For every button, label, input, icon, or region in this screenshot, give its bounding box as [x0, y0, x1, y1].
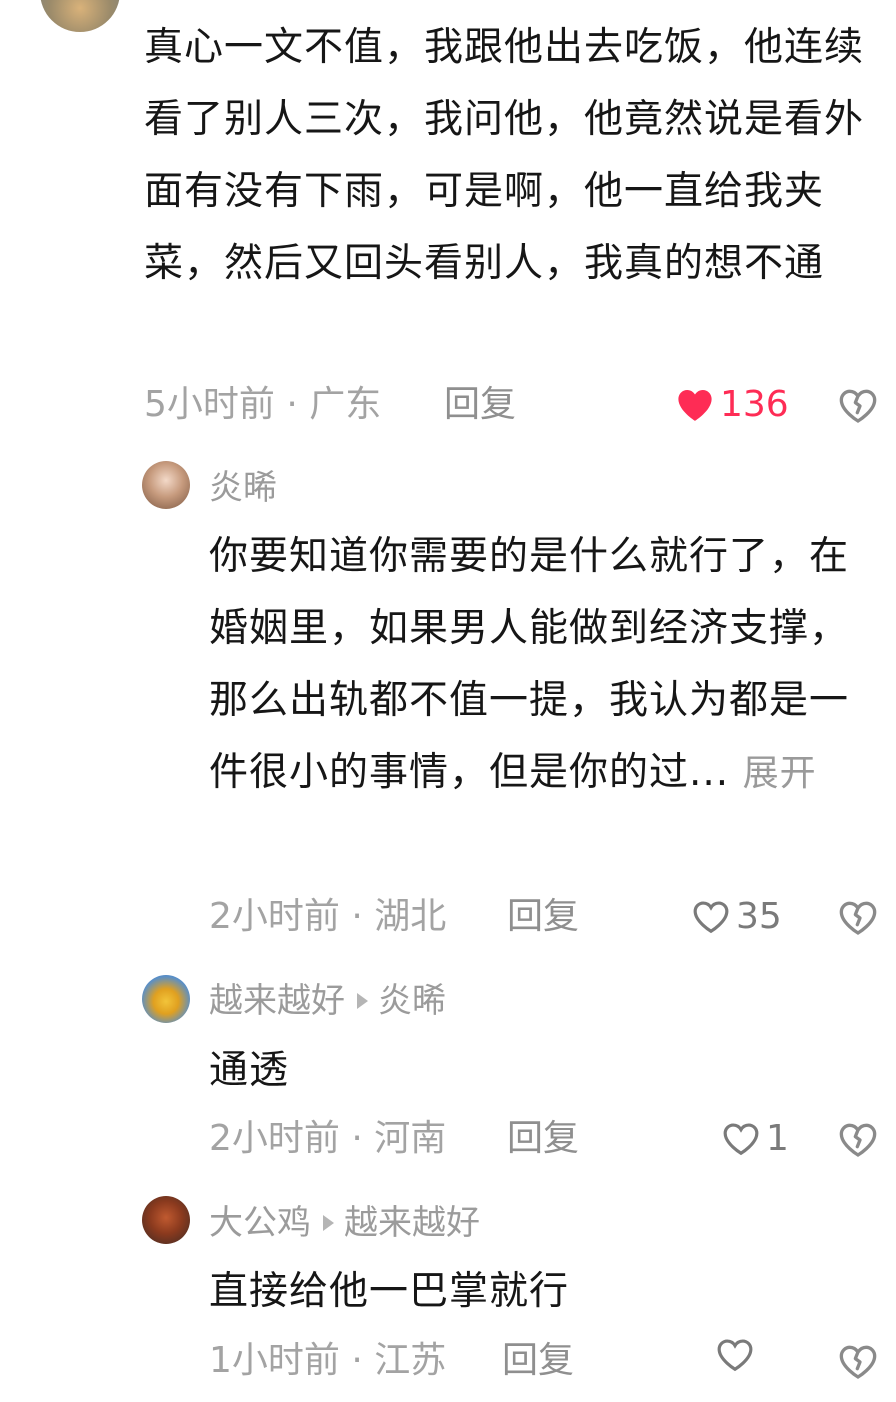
dislike-broken-heart-icon[interactable]	[838, 1342, 878, 1382]
reply-3-text: 直接给他一巴掌就行	[209, 1269, 570, 1314]
reply-2-time-location: 2小时前 · 河南	[209, 1118, 447, 1159]
reply-2-like-count: 1	[766, 1118, 789, 1159]
reply-3-time-location: 1小时前 · 江苏	[209, 1340, 447, 1381]
main-comment-time-location: 5小时前 · 广东	[144, 384, 382, 425]
reply-1-like-button[interactable]: 35	[692, 893, 782, 941]
reply-2-text: 通透	[209, 1048, 290, 1093]
username-label[interactable]: 炎晞	[209, 468, 277, 508]
reply-1-reply-button[interactable]: 回复	[507, 893, 579, 941]
reply-to-label[interactable]: 炎晞	[378, 981, 446, 1021]
main-comment-text: 真心一文不值，我跟他出去吃饭，他连续看了别人三次，我问他，他竟然说是看外面有没有…	[144, 25, 865, 286]
reply-arrow-icon	[357, 992, 368, 1009]
avatar-yanxi[interactable]	[142, 461, 190, 509]
dislike-broken-heart-icon[interactable]	[838, 1120, 878, 1160]
reply-1-like-count: 35	[736, 896, 782, 937]
avatar-dagongji[interactable]	[142, 1196, 190, 1244]
main-comment-like-count: 136	[720, 384, 789, 425]
main-comment-like-button[interactable]: 136	[676, 381, 789, 429]
dislike-broken-heart-icon[interactable]	[838, 386, 878, 426]
reply-3-reply-button[interactable]: 回复	[502, 1337, 574, 1385]
reply-1-text: 你要知道你需要的是什么就行了，在婚姻里，如果男人能做到经济支撑，那么出轨都不值一…	[209, 521, 859, 810]
heart-outline-icon	[723, 1123, 759, 1156]
reply-2-like-button[interactable]: 1	[722, 1115, 789, 1163]
username-label[interactable]: 越来越好	[209, 981, 345, 1021]
reply-2-username-row: 越来越好 炎晞	[209, 977, 446, 1025]
username-label[interactable]: 大公鸡	[209, 1203, 311, 1243]
heart-outline-icon	[717, 1339, 753, 1372]
heart-filled-icon	[678, 389, 712, 421]
avatar-yuelaiyuehao[interactable]	[142, 975, 190, 1023]
reply-arrow-icon	[323, 1214, 334, 1231]
reply-to-label[interactable]: 越来越好	[344, 1203, 480, 1243]
heart-outline-icon	[693, 901, 729, 934]
dislike-broken-heart-icon[interactable]	[838, 898, 878, 938]
main-comment-reply-button[interactable]: 回复	[444, 381, 516, 429]
expand-button[interactable]: 展开	[743, 753, 817, 794]
reply-1-username[interactable]: 炎晞	[209, 464, 277, 512]
reply-3-username-row: 大公鸡 越来越好	[209, 1199, 480, 1247]
avatar-main-commenter[interactable]	[40, 0, 120, 32]
reply-2-reply-button[interactable]: 回复	[507, 1115, 579, 1163]
reply-3-like-button[interactable]	[716, 1337, 760, 1373]
reply-1-time-location: 2小时前 · 湖北	[209, 896, 447, 937]
